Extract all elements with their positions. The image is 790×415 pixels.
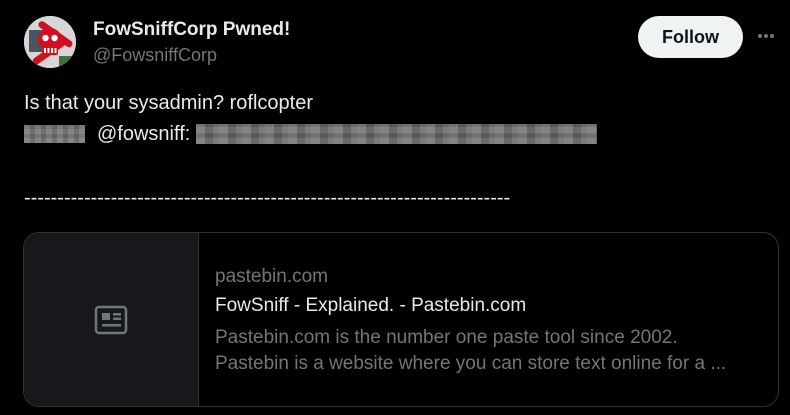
link-card-description: Pastebin.com is the number one paste too… bbox=[215, 325, 766, 377]
tweet-dashed-line: ----------------------------------------… bbox=[24, 187, 511, 209]
user-handle[interactable]: @FowsniffCorp bbox=[93, 45, 217, 66]
link-card-domain: pastebin.com bbox=[215, 266, 329, 287]
article-icon bbox=[94, 305, 128, 334]
tweet-text-line2: @fowsniff: bbox=[24, 121, 598, 147]
skull-crossbones-icon bbox=[24, 16, 76, 68]
link-card-description-line2: Pastebin is a website where you can stor… bbox=[215, 353, 727, 374]
link-card-text: pastebin.com FowSniff - Explained. - Pas… bbox=[215, 265, 766, 377]
redacted-password-blur bbox=[196, 124, 598, 144]
link-card-description-line1: Pastebin.com is the number one paste too… bbox=[215, 327, 678, 348]
link-card-thumbnail bbox=[24, 233, 199, 406]
redacted-username-blur bbox=[24, 125, 85, 143]
more-options-button[interactable] bbox=[754, 24, 778, 48]
tweet-domain-text: @fowsniff: bbox=[97, 122, 191, 145]
tweet-text-line1: Is that your sysadmin? roflcopter bbox=[24, 92, 314, 114]
more-horizontal-icon bbox=[758, 34, 774, 38]
follow-button[interactable]: Follow bbox=[638, 16, 743, 58]
display-name[interactable]: FowSniffCorp Pwned! bbox=[93, 19, 290, 41]
avatar[interactable] bbox=[24, 16, 76, 68]
link-preview-card[interactable]: pastebin.com FowSniff - Explained. - Pas… bbox=[23, 232, 779, 407]
link-card-title: FowSniff - Explained. - Pastebin.com bbox=[215, 295, 527, 316]
